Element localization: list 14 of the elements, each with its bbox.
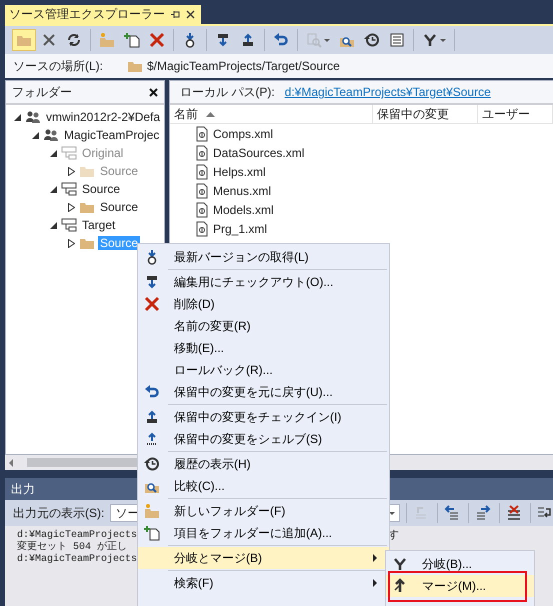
output-line: d:¥MagicTeamProjects [17, 554, 138, 566]
output-line: す [388, 530, 400, 542]
column-title: 保留中の変更 [377, 106, 449, 122]
source-location-label: ソースの場所(L): [13, 58, 103, 74]
output-source-label: 出力元の表示(S): [13, 504, 104, 522]
panel-title: 出力 [11, 480, 35, 498]
output-line: d:¥MagicTeamProjects [17, 530, 138, 541]
local-path-label: ローカル パス(P): [180, 84, 275, 100]
window-title: ソース管理エクスプローラー [9, 6, 165, 23]
source-location-path: $/MagicTeamProjects/Target/Source [147, 59, 340, 73]
column-title: ユーザー [482, 106, 530, 122]
output-line: 変更セット 504 が正し [17, 542, 128, 554]
pane-title: フォルダー [12, 84, 72, 100]
column-title: 名前 [174, 106, 198, 122]
